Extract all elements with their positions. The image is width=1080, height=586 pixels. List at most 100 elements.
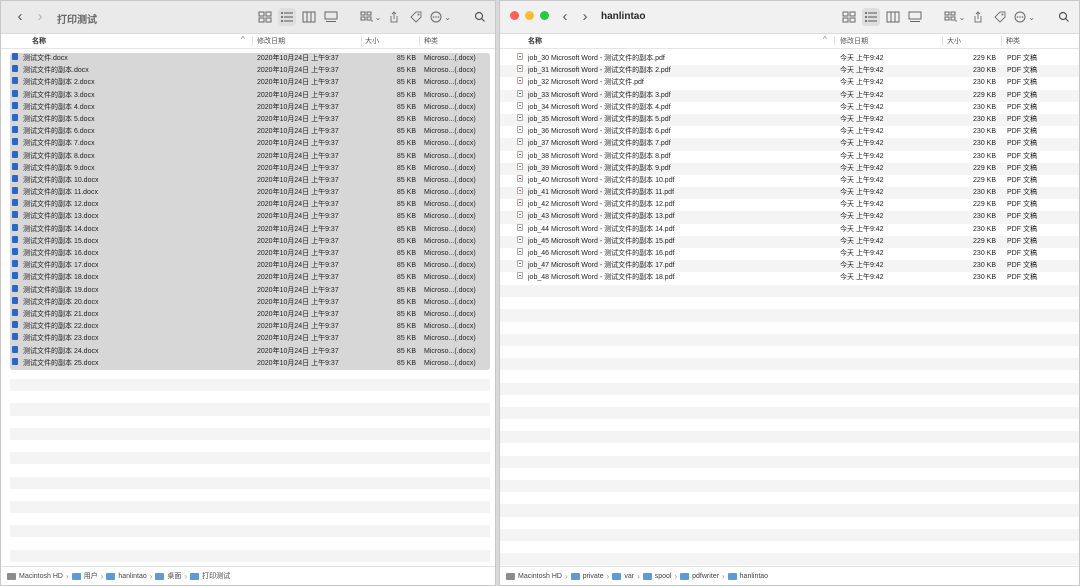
file-row[interactable]: job_32 Microsoft Word - 测试文件.pdf 今天 上午9:4… <box>500 77 1079 89</box>
file-row[interactable]: job_42 Microsoft Word - 测试文件的副本 12.pdf 今天… <box>500 199 1079 211</box>
breadcrumb-item[interactable]: hanlintao <box>106 572 147 580</box>
forward-button[interactable]: › <box>576 7 594 27</box>
breadcrumb-item[interactable]: 用户 <box>71 571 98 581</box>
file-row[interactable]: 测试文件的副本 3.docx 2020年10月24日 上午9:37 85 KB Mic… <box>10 89 490 102</box>
file-row[interactable]: job_38 Microsoft Word - 测试文件的副本 8.pdf 今天 … <box>500 150 1079 163</box>
list-view-button[interactable] <box>277 8 296 26</box>
breadcrumb-item[interactable]: pdfwriter <box>680 572 719 580</box>
breadcrumb-item[interactable]: hanlintao <box>727 572 768 580</box>
icon-view-button[interactable] <box>840 8 858 26</box>
chevron-right-icon: › <box>721 571 725 581</box>
group-button[interactable]: ⌄ <box>944 8 965 26</box>
file-row[interactable]: 测试文件的副本 25.docx 2020年10月24日 上午9:37 85 KB Mi… <box>10 357 490 370</box>
minimize-button[interactable] <box>525 11 534 20</box>
gallery-view-button[interactable] <box>322 8 340 26</box>
column-name[interactable]: 名称 <box>528 36 542 46</box>
share-button[interactable] <box>969 8 987 26</box>
file-row[interactable]: 测试文件的副本 20.docx 2020年10月24日 上午9:37 85 KB Mi… <box>10 296 490 309</box>
file-row[interactable]: 测试文件的副本 7.docx 2020年10月24日 上午9:37 85 KB Mic… <box>10 138 490 150</box>
file-name: 测试文件的副本 7.docx <box>23 140 95 148</box>
search-button[interactable] <box>1055 8 1073 26</box>
column-kind[interactable]: 种类 <box>424 36 438 46</box>
more-button[interactable]: ⌄ <box>1013 8 1035 26</box>
column-date[interactable]: 修改日期 <box>257 36 285 46</box>
file-row[interactable]: 测试文件的副本 4.docx 2020年10月24日 上午9:37 85 KB Mic… <box>10 101 490 114</box>
column-view-button[interactable] <box>300 8 318 26</box>
file-row[interactable]: 测试文件的副本 11.docx 2020年10月24日 上午9:37 85 KB Mi… <box>10 187 490 199</box>
column-size[interactable]: 大小 <box>365 36 379 46</box>
file-row[interactable]: 测试文件的副本 5.docx 2020年10月24日 上午9:37 85 KB Mic… <box>10 113 490 126</box>
column-size[interactable]: 大小 <box>947 36 961 46</box>
icon-view-icon <box>258 11 272 23</box>
file-row[interactable]: job_30 Microsoft Word - 测试文件的副本.pdf 今天 上午… <box>500 53 1079 65</box>
file-row[interactable]: 测试文件的副本 10.docx 2020年10月24日 上午9:37 85 KB Mi… <box>10 174 490 187</box>
breadcrumb-item[interactable]: 打印测试 <box>190 571 230 581</box>
breadcrumb-item[interactable]: 桌面 <box>155 571 181 581</box>
file-row[interactable]: job_47 Microsoft Word - 测试文件的副本 17.pdf 今天… <box>500 260 1079 273</box>
back-button[interactable]: ‹ <box>11 7 29 27</box>
file-row[interactable]: job_48 Microsoft Word - 测试文件的副本 18.pdf 今天… <box>500 272 1079 284</box>
file-row[interactable]: job_46 Microsoft Word - 测试文件的副本 16.pdf 今天… <box>500 248 1079 260</box>
tag-button[interactable] <box>407 8 425 26</box>
file-row[interactable]: job_36 Microsoft Word - 测试文件的副本 6.pdf 今天 … <box>500 126 1079 138</box>
empty-row <box>500 285 1079 298</box>
breadcrumb-item[interactable]: Macintosh HD <box>506 572 562 580</box>
breadcrumb-item[interactable]: spool <box>642 572 671 580</box>
share-button[interactable] <box>385 8 403 26</box>
file-row[interactable]: job_41 Microsoft Word - 测试文件的副本 11.pdf 今天… <box>500 187 1079 200</box>
list-view-button[interactable] <box>861 8 880 26</box>
file-date: 今天 上午9:42 <box>840 201 884 209</box>
folder-icon <box>106 572 116 580</box>
file-row[interactable]: job_31 Microsoft Word - 测试文件的副本 2.pdf 今天 … <box>500 65 1079 78</box>
docx-file-icon <box>12 235 18 243</box>
group-button[interactable]: ⌄ <box>360 8 381 26</box>
file-row[interactable]: job_40 Microsoft Word - 测试文件的副本 10.pdf 今天… <box>500 174 1079 187</box>
file-row[interactable]: 测试文件的副本 14.docx 2020年10月24日 上午9:37 85 KB Mi… <box>10 223 490 236</box>
file-row[interactable]: 测试文件的副本 9.docx 2020年10月24日 上午9:37 85 KB Mic… <box>10 162 490 175</box>
file-row[interactable]: 测试文件的副本 21.docx 2020年10月24日 上午9:37 85 KB Mi… <box>10 308 490 321</box>
file-row[interactable]: 测试文件.docx 2020年10月24日 上午9:37 85 KB Microso.… <box>10 53 490 65</box>
forward-button[interactable]: › <box>31 7 49 27</box>
column-name[interactable]: 名称 <box>32 36 46 46</box>
file-row[interactable]: 测试文件的副本 23.docx 2020年10月24日 上午9:37 85 KB Mi… <box>10 333 490 345</box>
zoom-button[interactable] <box>540 11 549 20</box>
column-kind[interactable]: 种类 <box>1006 36 1020 46</box>
file-row[interactable]: job_44 Microsoft Word - 测试文件的副本 14.pdf 今天… <box>500 223 1079 236</box>
column-view-button[interactable] <box>884 8 902 26</box>
file-row[interactable]: job_37 Microsoft Word - 测试文件的副本 7.pdf 今天 … <box>500 138 1079 151</box>
breadcrumb-item[interactable]: var <box>612 572 634 580</box>
file-row[interactable]: 测试文件的副本 17.docx 2020年10月24日 上午9:37 85 KB Mi… <box>10 260 490 272</box>
file-row[interactable]: job_35 Microsoft Word - 测试文件的副本 5.pdf 今天 … <box>500 113 1079 127</box>
gallery-view-button[interactable] <box>906 8 924 26</box>
file-row[interactable]: 测试文件的副本 2.docx 2020年10月24日 上午9:37 85 KB Mic… <box>10 77 490 89</box>
file-row[interactable]: 测试文件的副本 18.docx 2020年10月24日 上午9:37 85 KB Mi… <box>10 272 490 284</box>
back-button[interactable]: ‹ <box>556 7 574 27</box>
close-button[interactable] <box>510 11 519 20</box>
file-row[interactable]: 测试文件的副本 16.docx 2020年10月24日 上午9:37 85 KB Mi… <box>10 248 490 260</box>
search-button[interactable] <box>471 8 489 26</box>
file-row[interactable]: job_33 Microsoft Word - 测试文件的副本 3.pdf 今天 … <box>500 89 1079 102</box>
breadcrumb-item[interactable]: private <box>570 572 604 580</box>
file-row[interactable]: job_39 Microsoft Word - 测试文件的副本 9.pdf 今天 … <box>500 162 1079 175</box>
file-row[interactable]: 测试文件的副本 8.docx 2020年10月24日 上午9:37 85 KB Mic… <box>10 150 490 163</box>
file-size: 85 KB <box>396 91 416 99</box>
file-row[interactable]: 测试文件的副本.docx 2020年10月24日 上午9:37 85 KB Micro… <box>10 65 490 77</box>
file-row[interactable]: job_43 Microsoft Word - 测试文件的副本 13.pdf 今天… <box>500 211 1079 224</box>
docx-file-icon <box>12 296 18 304</box>
file-row[interactable]: job_45 Microsoft Word - 测试文件的副本 15.pdf 今天… <box>500 235 1079 248</box>
column-date[interactable]: 修改日期 <box>840 36 868 46</box>
file-row[interactable]: 测试文件的副本 24.docx 2020年10月24日 上午9:37 85 KB Mi… <box>10 345 490 358</box>
file-row[interactable]: 测试文件的副本 22.docx 2020年10月24日 上午9:37 85 KB Mi… <box>10 321 490 333</box>
more-button[interactable]: ⌄ <box>429 8 451 26</box>
file-kind: PDF 文稿 <box>1007 55 1037 62</box>
icon-view-button[interactable] <box>256 8 274 26</box>
file-row[interactable]: 测试文件的副本 12.docx 2020年10月24日 上午9:37 85 KB Mi… <box>10 199 490 211</box>
breadcrumb-item[interactable]: Macintosh HD <box>7 572 63 580</box>
file-row[interactable]: 测试文件的副本 6.docx 2020年10月24日 上午9:37 85 KB Mic… <box>10 126 490 138</box>
file-date: 2020年10月24日 上午9:37 <box>257 140 339 148</box>
file-row[interactable]: 测试文件的副本 19.docx 2020年10月24日 上午9:37 85 KB Mi… <box>10 284 490 297</box>
file-row[interactable]: 测试文件的副本 13.docx 2020年10月24日 上午9:37 85 KB Mi… <box>10 211 490 223</box>
file-row[interactable]: 测试文件的副本 15.docx 2020年10月24日 上午9:37 85 KB Mi… <box>10 235 490 248</box>
file-row[interactable]: job_34 Microsoft Word - 测试文件的副本 4.pdf 今天 … <box>500 101 1079 114</box>
tag-button[interactable] <box>991 8 1009 26</box>
